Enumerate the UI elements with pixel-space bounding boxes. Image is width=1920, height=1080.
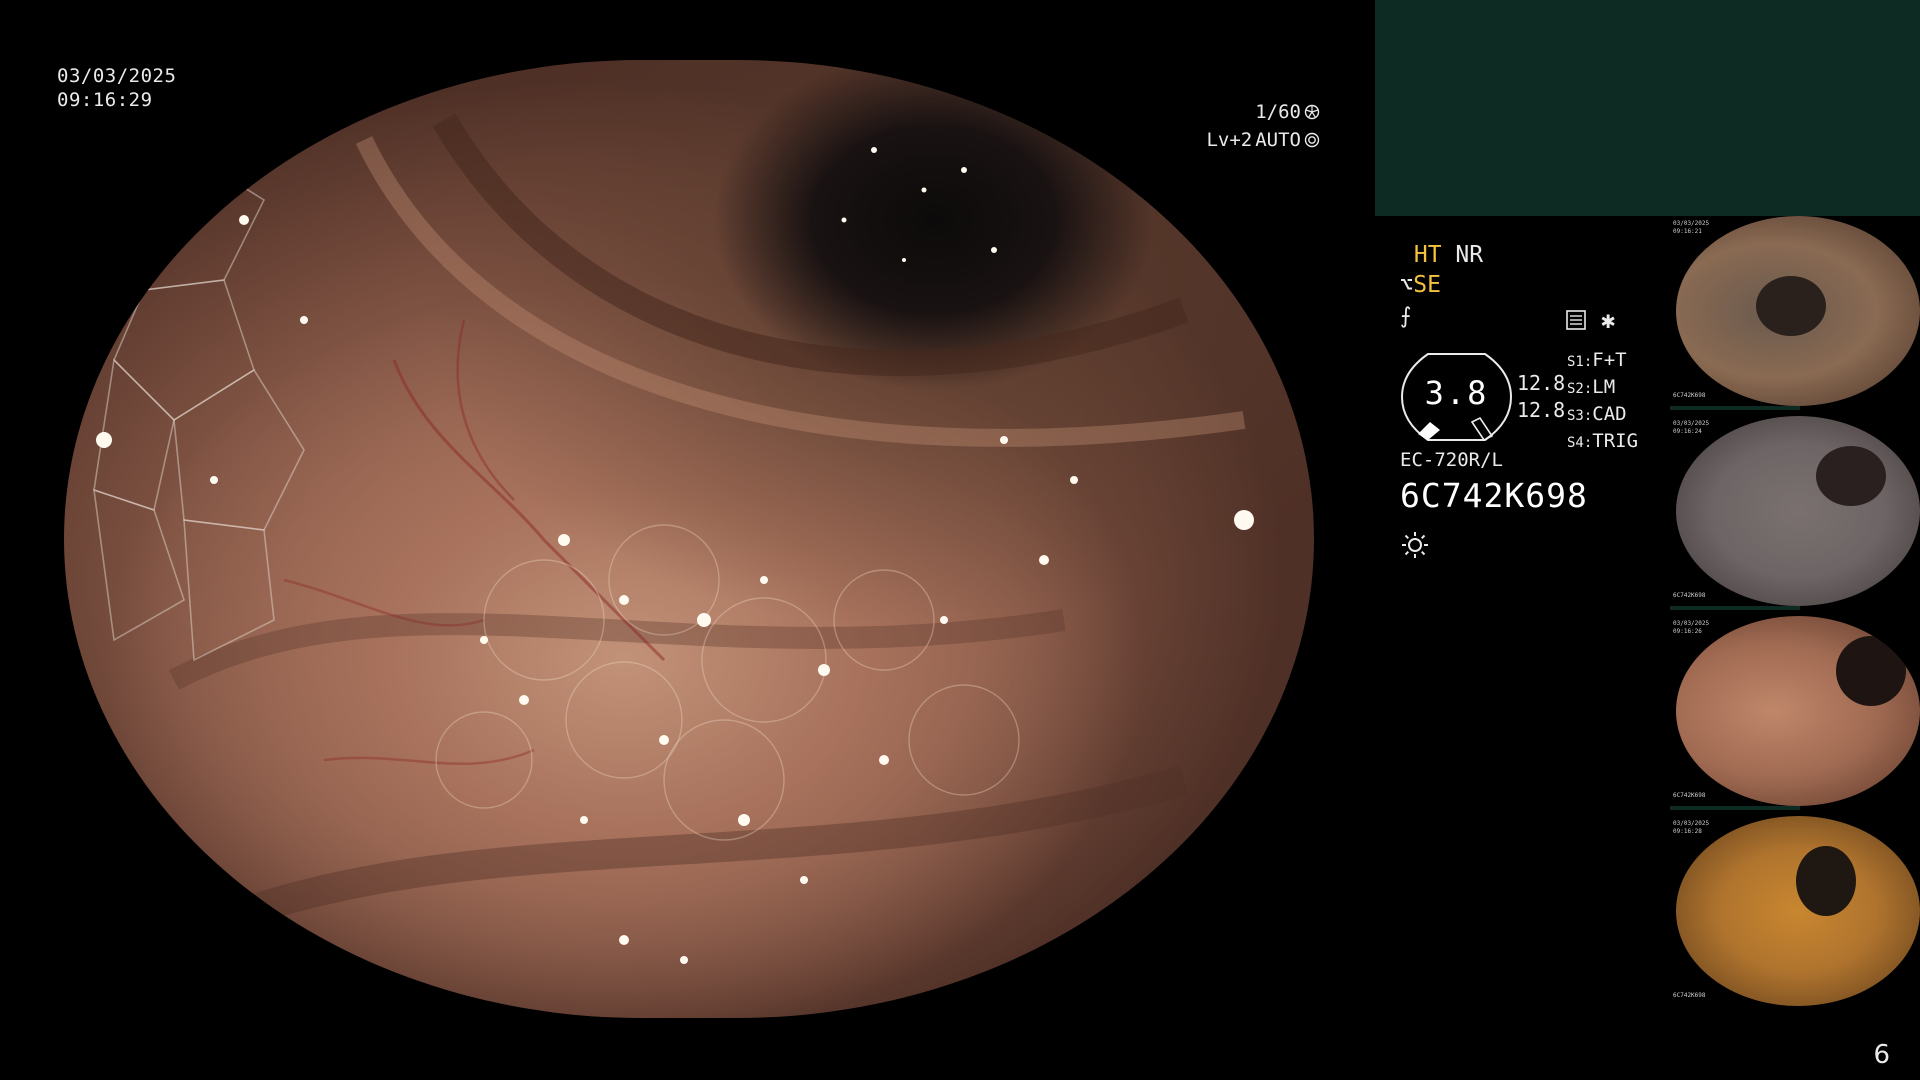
thumbnail-2[interactable]: 03/03/2025 09:16:24 6C742K698 <box>1670 416 1920 610</box>
structure-enhance-icon: ⌥ <box>1400 273 1414 298</box>
thumbnail-image <box>1676 416 1920 606</box>
endoscope-view <box>64 60 1314 1018</box>
thumbnail-image <box>1676 216 1920 406</box>
zoom-gauge: 3.8 <box>1400 352 1513 442</box>
scope-setting-2: S2:LM <box>1567 376 1616 398</box>
status-row-1: HT NR <box>1400 240 1483 270</box>
ht-label: HT <box>1413 242 1442 268</box>
status-row-3: ⨍ <box>1400 301 1483 332</box>
gauge-value: 3.8 <box>1424 374 1489 412</box>
aux-icons: ✱ <box>1565 306 1615 334</box>
reading-1: 12.8 <box>1517 371 1566 395</box>
thumbnail-4[interactable]: 03/03/2025 09:16:28 6C742K698 <box>1670 816 1920 1006</box>
status-row-2: ⌥SE <box>1400 270 1483 301</box>
star-icon: ✱ <box>1601 306 1616 334</box>
se-label: SE <box>1413 272 1441 298</box>
capture-thumbnails: 03/03/2025 09:16:21 6C742K698 03/03/2025 0… <box>1670 216 1920 1016</box>
reading-2: 12.8 <box>1517 398 1566 422</box>
scope-serial: 6C742K698 <box>1400 476 1588 515</box>
sun-icon <box>1402 532 1428 558</box>
gauge-readings: 12.8 12.8 <box>1517 370 1565 424</box>
thumbnail-3[interactable]: 03/03/2025 09:16:26 6C742K698 <box>1670 616 1920 810</box>
scope-switch-settings: S1:F+T S2:LM S3:CAD S4:TRIG <box>1567 348 1638 456</box>
processing-status: HT NR ⌥SE ⨍ <box>1400 240 1483 332</box>
endoscope-image <box>93 113 1254 964</box>
document-icon <box>1566 310 1586 330</box>
scope-model: EC-720R/L <box>1400 449 1503 471</box>
info-panel-top <box>1375 0 1920 216</box>
color-mode-icon: ⨍ <box>1400 304 1412 329</box>
thumbnail-image <box>1676 816 1920 1006</box>
thumbnail-image <box>1676 616 1920 806</box>
page-number: 6 <box>1873 1040 1890 1070</box>
thumbnail-1[interactable]: 03/03/2025 09:16:21 6C742K698 <box>1670 216 1920 410</box>
nr-label: NR <box>1455 242 1484 268</box>
scope-setting-1: S1:F+T <box>1567 349 1627 371</box>
scope-setting-4: S4:TRIG <box>1567 430 1639 452</box>
scope-setting-3: S3:CAD <box>1567 403 1627 425</box>
